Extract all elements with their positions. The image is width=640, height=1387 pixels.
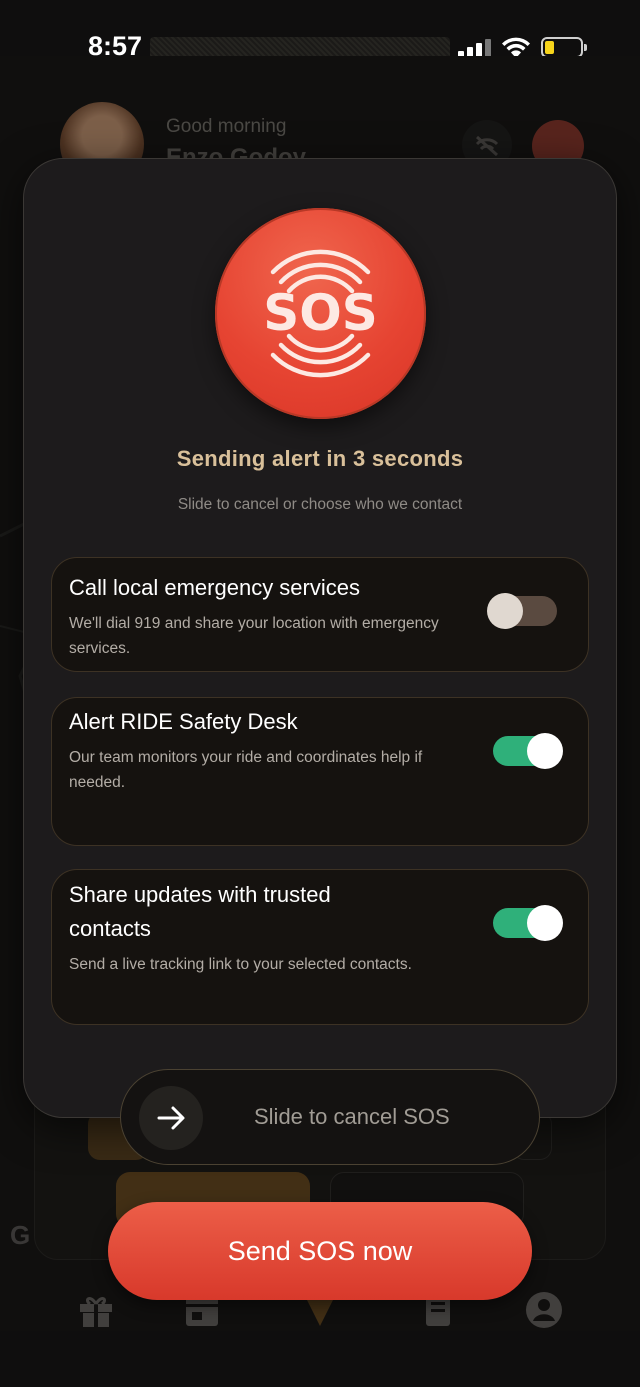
battery-icon bbox=[541, 37, 587, 58]
countdown-title: Sending alert in 3 seconds bbox=[176, 446, 464, 471]
slide-to-cancel-handle[interactable] bbox=[139, 1086, 203, 1150]
send-sos-now-button[interactable]: Send SOS now bbox=[108, 1202, 532, 1300]
toggle-knob bbox=[527, 905, 563, 941]
home-indicator-area bbox=[0, 1331, 640, 1387]
safety-desk-toggle[interactable] bbox=[493, 733, 563, 769]
option-title: Call local emergency services bbox=[69, 575, 360, 600]
modal-subtitle: Slide to cancel or choose who we contact bbox=[177, 496, 463, 513]
option-title: Share updates with trusted contacts bbox=[69, 882, 331, 941]
option-description: Send a live tracking link to your select… bbox=[69, 956, 412, 973]
option-description: Our team monitors your ride and coordina… bbox=[69, 749, 423, 791]
arrow-right-icon bbox=[157, 1106, 185, 1130]
option-trusted-contacts[interactable]: Share updates with trusted contacts Send… bbox=[51, 869, 589, 1025]
sos-badge-text: SOS bbox=[263, 284, 378, 342]
option-description: We'll dial 919 and share your location w… bbox=[69, 615, 439, 657]
sos-badge-icon: SOS bbox=[215, 208, 426, 419]
option-safety-desk[interactable]: Alert RIDE Safety Desk Our team monitors… bbox=[51, 697, 589, 846]
slide-to-cancel-label: Slide to cancel SOS bbox=[254, 1104, 450, 1129]
toggle-knob bbox=[487, 593, 523, 629]
trusted-contacts-toggle[interactable] bbox=[493, 905, 563, 941]
option-title: Alert RIDE Safety Desk bbox=[69, 709, 298, 734]
emergency-services-toggle[interactable] bbox=[487, 593, 557, 629]
option-emergency-services[interactable]: Call local emergency services We'll dial… bbox=[51, 557, 589, 672]
toggle-knob bbox=[527, 733, 563, 769]
